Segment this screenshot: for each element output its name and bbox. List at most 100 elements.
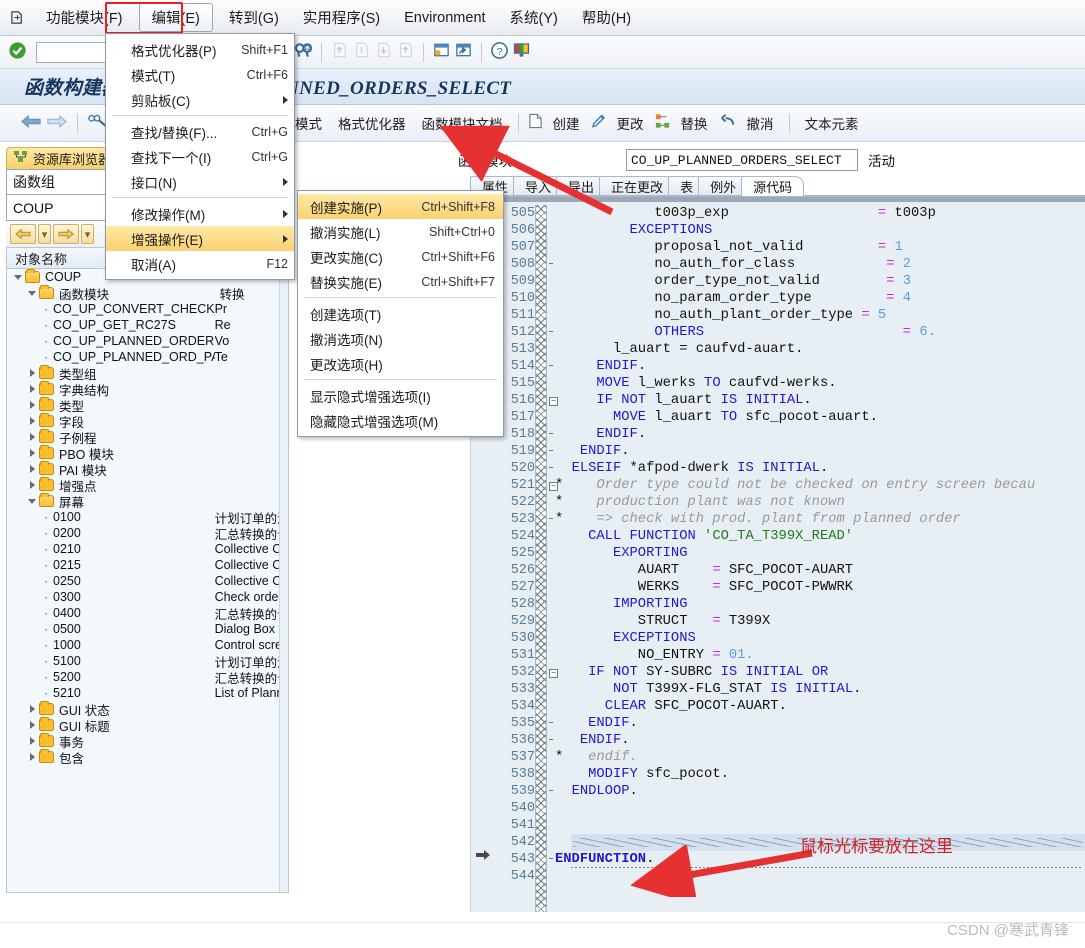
- tree-forward-button[interactable]: [53, 224, 79, 244]
- code-line[interactable]: ENDLOOP.: [555, 783, 1085, 800]
- expander-icon[interactable]: [25, 401, 39, 409]
- toolbar-undo-button[interactable]: 撤消: [741, 113, 780, 133]
- tree-back-button[interactable]: [10, 224, 36, 244]
- submenuitem-delete-option[interactable]: 撤消选项(N): [298, 326, 503, 351]
- toolbar-change-button[interactable]: 更改: [611, 113, 650, 133]
- menuitem-cancel[interactable]: 取消(A) F12: [106, 251, 294, 276]
- replace-icon[interactable]: [654, 112, 671, 134]
- code-line[interactable]: * => check with prod. plant from planned…: [555, 511, 1085, 528]
- tree-row[interactable]: · 5200 汇总转换的计划订单的清单: [7, 669, 288, 686]
- tree-row[interactable]: · 0200 汇总转换的计划订单清单: [7, 525, 288, 542]
- code-line[interactable]: IF NOT l_auart IS INITIAL.: [555, 392, 1085, 409]
- expander-icon[interactable]: [25, 481, 39, 489]
- expander-icon[interactable]: [25, 498, 39, 504]
- tree-forward-dropdown[interactable]: ▾: [81, 224, 94, 244]
- code-line[interactable]: CALL FUNCTION 'CO_TA_T399X_READ': [555, 528, 1085, 545]
- menuitem-pretty-printer[interactable]: 格式优化器(P) Shift+F1: [106, 37, 294, 62]
- tree-back-dropdown[interactable]: ▾: [38, 224, 51, 244]
- code-line[interactable]: no_param_order_type = 4: [555, 290, 1085, 307]
- expander-icon[interactable]: [25, 753, 39, 761]
- submenuitem-replace-implementation[interactable]: 替换实施(E) Ctrl+Shift+F7: [298, 269, 503, 294]
- expander-icon[interactable]: [25, 737, 39, 745]
- code-line[interactable]: ENDIF.: [555, 732, 1085, 749]
- expander-icon[interactable]: [25, 417, 39, 425]
- submenuitem-create-implementation[interactable]: 创建实施(P) Ctrl+Shift+F8: [298, 194, 503, 219]
- code-line[interactable]: OTHERS = 6.: [555, 324, 1085, 341]
- source-code-editor[interactable]: 505 506 507 508 509 510 511 512 513 514 515 516 517 5…: [470, 197, 1085, 912]
- new-session-icon[interactable]: [432, 41, 451, 63]
- function-module-field[interactable]: CO_UP_PLANNED_ORDERS_SELECT: [626, 149, 858, 171]
- code-line[interactable]: proposal_not_valid = 1: [555, 239, 1085, 256]
- expander-icon[interactable]: [25, 449, 39, 457]
- tree-row[interactable]: · 0250 Collective Conversion: Initial Scr: [7, 573, 288, 589]
- code-line[interactable]: [555, 800, 1085, 817]
- toolbar-create-button[interactable]: 创建: [547, 113, 586, 133]
- find-next-icon[interactable]: [294, 41, 313, 63]
- menu-function-module[interactable]: 功能模块(F): [34, 4, 135, 31]
- tree-scrollbar[interactable]: [279, 269, 288, 892]
- menu-system[interactable]: 系统(Y): [498, 4, 570, 31]
- create-shortcut-icon[interactable]: [454, 41, 473, 63]
- code-line[interactable]: IF NOT SY-SUBRC IS INITIAL OR: [555, 664, 1085, 681]
- code-line[interactable]: MOVE l_werks TO caufvd-werks.: [555, 375, 1085, 392]
- menu-edit[interactable]: 编辑(E): [138, 3, 213, 32]
- tree-row[interactable]: · CO_UP_GET_RC27S Re: [7, 317, 288, 333]
- create-document-icon[interactable]: [528, 112, 543, 134]
- toolbar-text-elements-button[interactable]: 文本元素: [799, 113, 865, 133]
- enhancement-operations-submenu[interactable]: 创建实施(P) Ctrl+Shift+F8 撤消实施(L) Shift+Ctrl+0 更…: [297, 190, 504, 437]
- forward-arrow-icon[interactable]: [46, 113, 68, 134]
- check-icon[interactable]: [8, 41, 27, 64]
- code-line[interactable]: ENDIF.: [555, 426, 1085, 443]
- expander-icon[interactable]: [25, 705, 39, 713]
- code-line[interactable]: ELSEIF *afpod-dwerk IS INITIAL.: [555, 460, 1085, 477]
- submenuitem-create-option[interactable]: 创建选项(T): [298, 301, 503, 326]
- toolbar-replace-button[interactable]: 替换: [675, 113, 714, 133]
- menu-environment[interactable]: Environment: [392, 7, 497, 29]
- submenuitem-change-option[interactable]: 更改选项(H): [298, 351, 503, 376]
- code-line[interactable]: IMPORTING: [555, 596, 1085, 613]
- customize-layout-icon[interactable]: [512, 41, 531, 63]
- menu-goto[interactable]: 转到(G): [217, 4, 291, 31]
- code-line[interactable]: no_auth_for_class = 2: [555, 256, 1085, 273]
- submenuitem-hide-implicit-enhancements[interactable]: 隐藏隐式增强选项(M): [298, 408, 503, 433]
- expander-icon[interactable]: [25, 465, 39, 473]
- expander-icon[interactable]: [25, 385, 39, 393]
- object-tree[interactable]: COUP函数模块转换·CO_UP_CONVERT_CHECK_AVAILPr·C…: [6, 269, 289, 893]
- code-line[interactable]: ENDIF.: [555, 715, 1085, 732]
- tree-row[interactable]: · 0210 Collective Conversion of Planne: [7, 541, 288, 557]
- code-line[interactable]: EXCEPTIONS: [555, 630, 1085, 647]
- menuitem-modification-operations[interactable]: 修改操作(M): [106, 201, 294, 226]
- code-line[interactable]: ENDIF.: [555, 358, 1085, 375]
- code-line[interactable]: WERKS = SFC_POCOT-PWWRK: [555, 579, 1085, 596]
- code-line[interactable]: no_auth_plant_order_type = 5: [555, 307, 1085, 324]
- code-line[interactable]: MOVE l_auart TO sfc_pocot-auart.: [555, 409, 1085, 426]
- pencil-icon[interactable]: [590, 112, 607, 134]
- code-line[interactable]: NOT T399X-FLG_STAT IS INITIAL.: [555, 681, 1085, 698]
- tab-changing[interactable]: 正在更改: [599, 176, 676, 196]
- code-line[interactable]: NO_ENTRY = 01.: [555, 647, 1085, 664]
- tree-row[interactable]: · 0215 Collective Conversion: Dummy S: [7, 557, 288, 573]
- code-line[interactable]: EXPORTING: [555, 545, 1085, 562]
- undo-icon[interactable]: [718, 112, 737, 134]
- code-line[interactable]: ENDIF.: [555, 443, 1085, 460]
- code-line[interactable]: AUART = SFC_POCOT-AUART: [555, 562, 1085, 579]
- edit-menu-dropdown[interactable]: 格式优化器(P) Shift+F1 模式(T) Ctrl+F6 剪贴板(C) 查找/替换(…: [105, 33, 295, 280]
- expander-icon[interactable]: [11, 274, 25, 280]
- menu-utilities[interactable]: 实用程序(S): [291, 4, 392, 31]
- menuitem-find-next[interactable]: 查找下一个(I) Ctrl+G: [106, 144, 294, 169]
- menuitem-find-replace[interactable]: 查找/替换(F)... Ctrl+G: [106, 119, 294, 144]
- menuitem-clipboard[interactable]: 剪贴板(C): [106, 87, 294, 112]
- submenuitem-change-implementation[interactable]: 更改实施(C) Ctrl+Shift+F6: [298, 244, 503, 269]
- code-line[interactable]: * Order type could not be checked on ent…: [555, 477, 1085, 494]
- expander-icon[interactable]: [25, 721, 39, 729]
- code-line[interactable]: [555, 868, 1085, 885]
- code-line[interactable]: CLEAR SFC_POCOT-AUART.: [555, 698, 1085, 715]
- toolbar-fm-documentation-button[interactable]: 函数模块文档: [416, 113, 509, 133]
- help-icon[interactable]: ?: [490, 41, 509, 64]
- back-arrow-icon[interactable]: [20, 113, 42, 134]
- menuitem-pattern[interactable]: 模式(T) Ctrl+F6: [106, 62, 294, 87]
- code-line[interactable]: MODIFY sfc_pocot.: [555, 766, 1085, 783]
- tree-row[interactable]: · CO_UP_CONVERT_CHECK_AVAILPr: [7, 301, 288, 317]
- code-line[interactable]: order_type_not_valid = 3: [555, 273, 1085, 290]
- code-line[interactable]: EXCEPTIONS: [555, 222, 1085, 239]
